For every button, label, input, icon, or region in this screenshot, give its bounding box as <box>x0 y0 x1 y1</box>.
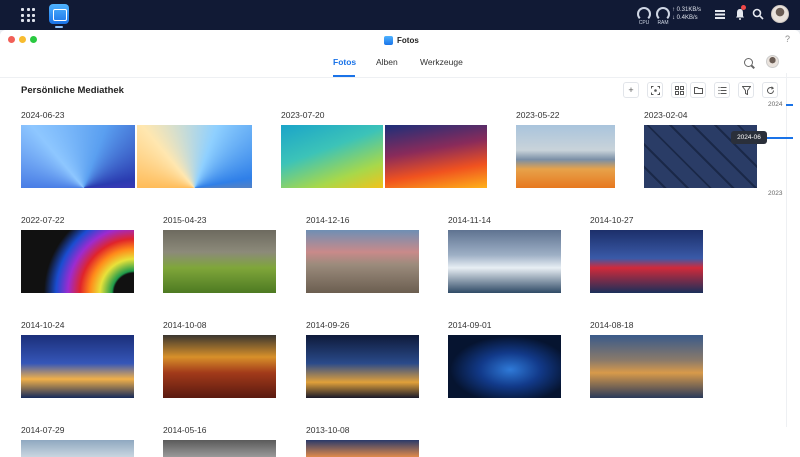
window-titlebar: Fotos ? <box>0 30 800 50</box>
ram-gauge-icon[interactable] <box>656 7 670 21</box>
group-date: 2014-09-01 <box>448 320 492 330</box>
cpu-gauge-icon[interactable] <box>637 7 651 21</box>
group-date: 2014-10-08 <box>163 320 207 330</box>
list-icon <box>717 86 726 95</box>
group-date: 2014-08-18 <box>590 320 634 330</box>
timeline-current-marker <box>786 104 793 106</box>
minimize-window-button[interactable] <box>19 36 26 43</box>
refresh-icon <box>766 86 774 94</box>
account-avatar[interactable] <box>766 55 779 68</box>
group-date: 2013-10-08 <box>306 425 350 435</box>
photo-thumbnail[interactable] <box>306 335 419 398</box>
close-window-button[interactable] <box>8 36 15 43</box>
app-grid-icon[interactable] <box>21 8 35 22</box>
refresh-button[interactable] <box>762 82 778 98</box>
group-date: 2014-09-26 <box>306 320 350 330</box>
group-date: 2022-07-22 <box>21 215 65 225</box>
group-date: 2014-10-24 <box>21 320 65 330</box>
tab-fotos[interactable]: Fotos <box>333 57 356 67</box>
group-date: 2015-04-23 <box>163 215 207 225</box>
cpu-label: CPU <box>638 20 650 26</box>
add-button[interactable]: + <box>623 82 639 98</box>
group-date: 2014-05-16 <box>163 425 207 435</box>
filter-button[interactable] <box>738 82 754 98</box>
grid-icon <box>674 86 684 95</box>
search-icon[interactable] <box>744 58 753 67</box>
photo-thumbnail[interactable] <box>21 440 134 457</box>
task-list-icon[interactable] <box>714 8 726 20</box>
photo-thumbnail[interactable] <box>306 440 419 457</box>
active-tab-indicator <box>333 75 355 77</box>
photo-thumbnail[interactable] <box>21 335 134 398</box>
timeline-year-label[interactable]: 2023 <box>768 190 782 197</box>
photo-thumbnail[interactable] <box>306 230 419 293</box>
notification-badge <box>741 5 746 10</box>
timeline-hover-tooltip: 2024-06 <box>731 131 767 144</box>
photo-thumbnail[interactable] <box>163 440 276 457</box>
photo-thumbnail[interactable] <box>21 230 134 293</box>
help-button[interactable]: ? <box>785 34 790 44</box>
tab-alben[interactable]: Alben <box>376 57 398 67</box>
timeline-track[interactable] <box>786 73 787 427</box>
maximize-window-button[interactable] <box>30 36 37 43</box>
group-date: 2014-07-29 <box>21 425 65 435</box>
group-date: 2014-12-16 <box>306 215 350 225</box>
library-title: Persönliche Mediathek <box>21 85 124 96</box>
network-speed: ↑ 0.31KB/s ↓ 0.4KB/s <box>672 6 701 22</box>
photo-thumbnail[interactable] <box>281 125 383 188</box>
list-view-button[interactable] <box>714 82 730 98</box>
active-app-indicator <box>55 26 63 28</box>
ram-label: RAM <box>657 20 669 26</box>
photo-thumbnail[interactable] <box>163 230 276 293</box>
photo-thumbnail[interactable] <box>385 125 487 188</box>
photo-thumbnail[interactable] <box>516 125 615 188</box>
tab-werkzeuge[interactable]: Werkzeuge <box>420 57 463 67</box>
photo-thumbnail[interactable] <box>163 335 276 398</box>
net-download: ↓ 0.4KB/s <box>672 15 698 21</box>
net-upload: ↑ 0.31KB/s <box>672 7 702 13</box>
group-date: 2014-10-27 <box>590 215 634 225</box>
photo-thumbnail[interactable] <box>448 230 561 293</box>
grid-view-button[interactable] <box>671 82 687 98</box>
group-date: 2023-02-04 <box>644 110 688 120</box>
timeline-year-label[interactable]: 2024 <box>768 101 782 108</box>
photos-app-icon <box>384 35 393 45</box>
photo-thumbnail[interactable] <box>448 335 561 398</box>
scan-icon <box>650 86 660 95</box>
photo-thumbnail[interactable] <box>590 335 703 398</box>
photo-thumbnail[interactable] <box>137 125 252 188</box>
tab-bar: Fotos Alben Werkzeuge <box>0 50 800 78</box>
group-date: 2023-05-22 <box>516 110 560 120</box>
window-title: Fotos <box>397 35 419 45</box>
folder-view-button[interactable] <box>690 82 706 98</box>
photo-thumbnail[interactable] <box>590 230 703 293</box>
group-date: 2024-06-23 <box>21 110 65 120</box>
user-avatar[interactable] <box>771 5 789 23</box>
window-title-area: Fotos <box>384 34 419 46</box>
taskbar: CPU RAM ↑ 0.31KB/s ↓ 0.4KB/s <box>0 0 800 30</box>
filter-icon <box>741 86 751 96</box>
search-icon[interactable] <box>752 8 764 20</box>
folder-icon <box>693 87 703 94</box>
timeline-hover-marker <box>767 137 793 139</box>
photos-app-icon[interactable] <box>49 4 69 24</box>
photo-thumbnail[interactable] <box>21 125 135 188</box>
group-date: 2014-11-14 <box>448 215 491 225</box>
group-date: 2023-07-20 <box>281 110 325 120</box>
scan-button[interactable] <box>647 82 663 98</box>
